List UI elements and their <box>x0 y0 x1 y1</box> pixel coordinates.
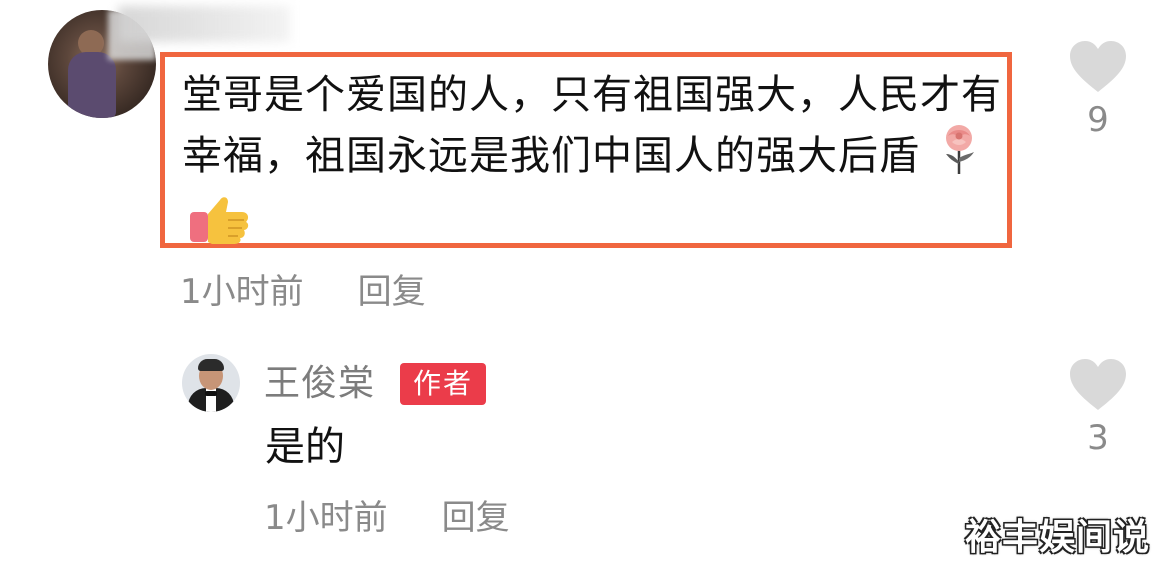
comment-time: 1小时前 <box>180 272 304 312</box>
author-avatar[interactable] <box>182 354 240 412</box>
like-count: 9 <box>1087 100 1109 140</box>
author-username[interactable]: 王俊棠 <box>264 362 375 406</box>
comment-meta: 1小时前 回复 <box>180 272 426 312</box>
thumbs-up-icon <box>188 192 250 260</box>
reply-like-count: 3 <box>1087 418 1109 458</box>
watermark: 裕丰娱间说 <box>964 517 1150 558</box>
blurred-username <box>118 6 290 42</box>
reply-to-reply-button[interactable]: 回复 <box>442 498 510 538</box>
rose-icon <box>940 124 980 192</box>
reply-button[interactable]: 回复 <box>358 272 426 312</box>
comment-content: 堂哥是个爱国的人，只有祖国强大，人民才有幸福，祖国永远是我们中国人的强大后盾 <box>182 66 1002 260</box>
comment-text: 堂哥是个爱国的人，只有祖国强大，人民才有幸福，祖国永远是我们中国人的强大后盾 <box>182 72 1002 179</box>
heart-icon <box>1070 359 1126 410</box>
reply-meta: 1小时前 回复 <box>264 498 510 538</box>
heart-icon <box>1070 41 1126 92</box>
author-badge: 作者 <box>400 363 486 405</box>
reply-like-button[interactable]: 3 <box>1068 358 1128 458</box>
avatar-figure-body <box>68 52 116 118</box>
reply-time: 1小时前 <box>264 498 388 538</box>
like-button[interactable]: 9 <box>1068 40 1128 140</box>
avatar-hair <box>198 359 224 371</box>
avatar-bow-tie <box>205 391 217 396</box>
reply-text: 是的 <box>265 424 345 470</box>
